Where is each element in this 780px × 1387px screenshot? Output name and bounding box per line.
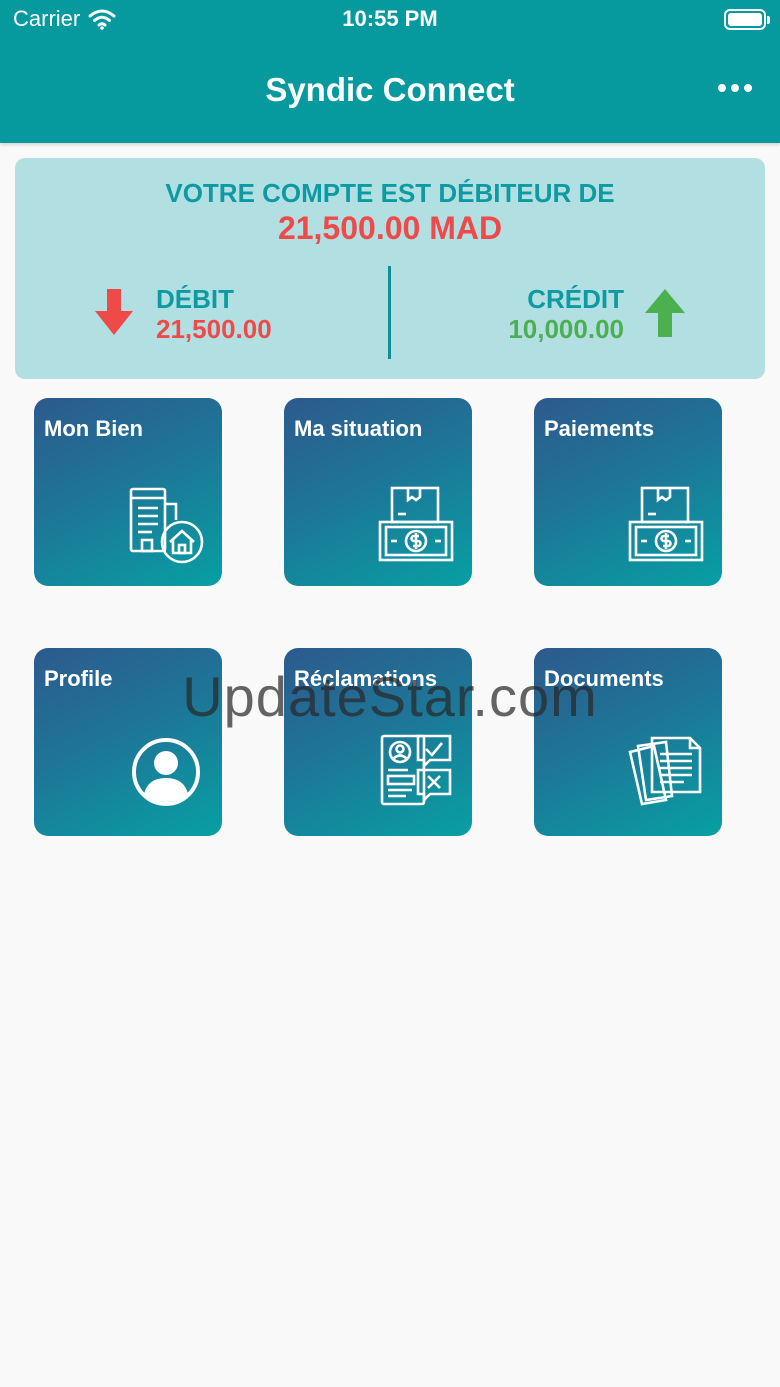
user-circle-icon	[132, 738, 200, 806]
page-title: Syndic Connect	[265, 71, 515, 108]
tile-label: Paiements	[544, 416, 655, 441]
balance-divider	[388, 266, 391, 359]
tile-mon-bien[interactable]: Mon Bien	[34, 398, 222, 586]
credit-value: 10,000.00	[508, 314, 624, 344]
tile-label: Ma situation	[294, 416, 423, 441]
credit-label: CRÉDIT	[527, 284, 624, 314]
debit-value: 21,500.00	[156, 314, 272, 344]
arrow-up-icon	[645, 289, 685, 337]
balance-amount: 21,500.00 MAD	[277, 210, 503, 246]
tile-ma-situation[interactable]: Ma situation	[284, 398, 472, 586]
balance-card: VOTRE COMPTE EST DÉBITEUR DE 21,500.00 M…	[15, 158, 765, 379]
money-box-icon	[628, 486, 704, 562]
tile-label: Mon Bien	[44, 416, 143, 441]
tile-reclamations[interactable]: Réclamations	[284, 648, 472, 836]
building-house-icon	[129, 487, 204, 564]
more-dot-icon	[744, 84, 752, 92]
app-header: Carrier 10:55 PM Syndic Connect	[0, 0, 780, 143]
tile-documents[interactable]: Documents	[534, 648, 722, 836]
debit-label: DÉBIT	[156, 284, 234, 314]
status-time: 10:55 PM	[342, 6, 438, 31]
tile-profile[interactable]: Profile	[34, 648, 222, 836]
money-box-icon	[378, 486, 454, 562]
tile-label: Profile	[44, 666, 113, 691]
tile-label: Réclamations	[294, 666, 438, 691]
more-dot-icon	[718, 84, 726, 92]
documents-icon	[628, 736, 702, 806]
battery-icon	[724, 9, 770, 30]
balance-heading: VOTRE COMPTE EST DÉBITEUR DE	[165, 178, 615, 208]
complaint-form-icon	[380, 734, 452, 806]
tile-label: Documents	[544, 666, 664, 691]
more-options-button[interactable]	[718, 84, 752, 92]
arrow-down-icon	[95, 289, 133, 335]
more-dot-icon	[731, 84, 739, 92]
tile-paiements[interactable]: Paiements	[534, 398, 722, 586]
